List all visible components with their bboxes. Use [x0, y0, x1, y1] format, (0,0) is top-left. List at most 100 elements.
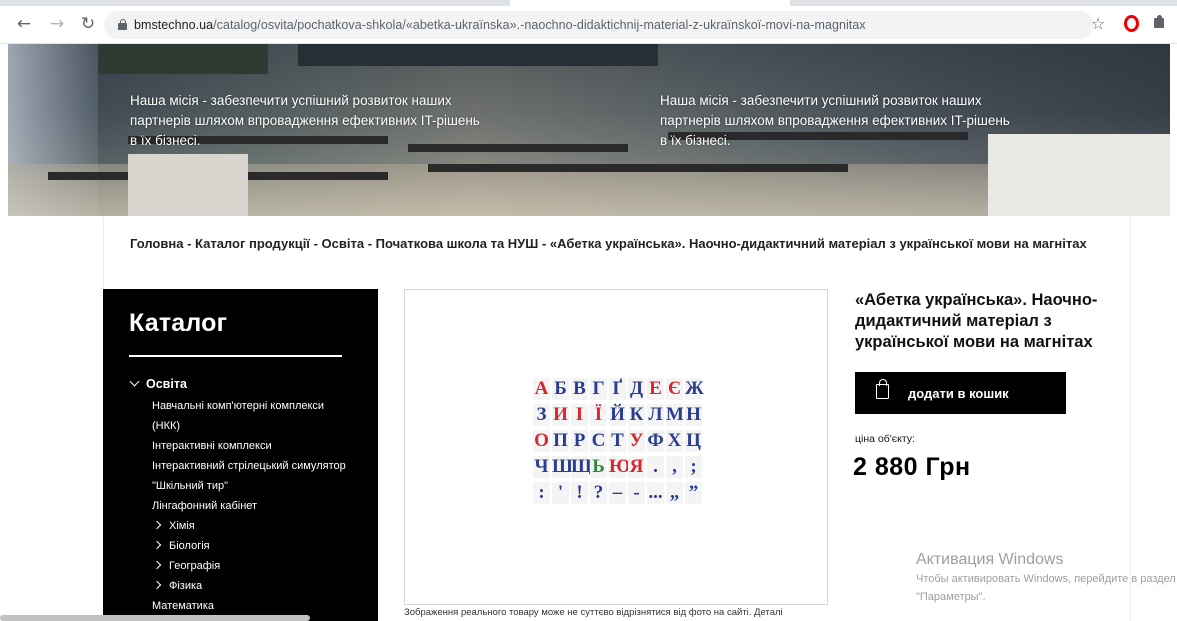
- price-label: ціна об'єкту:: [855, 433, 915, 445]
- catalog-item-label: Фізика: [169, 580, 203, 592]
- bookmark-star-icon[interactable]: ☆: [1091, 14, 1105, 33]
- catalog-item-label: Навчальні комп'ютерні комплекси (НКК): [152, 400, 325, 432]
- letter-magnet: -: [628, 482, 645, 504]
- letter-magnet: З: [533, 404, 550, 426]
- letter-magnet: Н: [685, 404, 702, 426]
- horizontal-scrollbar[interactable]: [0, 615, 310, 621]
- breadcrumb-separator: -: [364, 236, 376, 251]
- letter-magnet: В: [571, 378, 588, 400]
- breadcrumb-separator: -: [538, 236, 550, 251]
- letter-magnet: Ю: [609, 456, 631, 478]
- price-value: 2 880 Грн: [853, 453, 971, 481]
- chevron-right-icon: [152, 580, 162, 590]
- activation-title: Активация Windows: [916, 551, 1064, 568]
- letter-magnet: Й: [609, 404, 626, 426]
- letter-magnet: П: [552, 430, 569, 452]
- browser-toolbar: ← → ↻ bmstechno.ua/catalog/osvita/pochat…: [0, 0, 1177, 44]
- letter-row: АБВГҐДЕЄЖ: [533, 378, 713, 404]
- lab-cabinet: [988, 134, 1170, 216]
- letter-magnet: У: [628, 430, 645, 452]
- tab-strip: [0, 0, 1177, 6]
- breadcrumb-home[interactable]: Головна: [130, 236, 183, 251]
- catalog-item-label: Хімія: [169, 520, 195, 532]
- letter-magnet: С: [590, 430, 607, 452]
- letter-magnet: „: [666, 482, 683, 504]
- letter-magnet: ;: [685, 456, 702, 478]
- letter-magnet: Ц: [685, 430, 702, 452]
- letter-magnet: Є: [666, 378, 683, 400]
- letter-row: Ч ШЩЬ ЮЯ.,;: [533, 456, 713, 482]
- url-host: bmstechno.ua: [134, 18, 214, 32]
- letter-magnet: Ш: [552, 456, 573, 478]
- letter-magnet: Р: [571, 430, 588, 452]
- letter-row: ОПРСТУФХЦ: [533, 430, 713, 456]
- opera-icon[interactable]: [1124, 15, 1139, 32]
- back-arrow-icon[interactable]: ←: [14, 14, 34, 34]
- letter-magnet: Х: [666, 430, 683, 452]
- letter-magnet: –: [609, 482, 626, 504]
- breadcrumb: Головна - Каталог продукції - Освіта - П…: [130, 235, 1130, 253]
- add-to-cart-button[interactable]: додати в кошик: [855, 372, 1066, 414]
- letter-magnet: .: [647, 456, 664, 478]
- catalog-item[interactable]: Хімія: [152, 516, 352, 536]
- image-caption: Зображення реального товару може не сутт…: [404, 607, 783, 618]
- catalog-item-education[interactable]: Освіта: [129, 376, 187, 391]
- catalog-item[interactable]: Математика: [152, 596, 352, 616]
- active-tab[interactable]: [510, 0, 790, 6]
- reload-icon[interactable]: ↻: [78, 14, 98, 34]
- letter-magnet: ...: [647, 482, 664, 504]
- product-image[interactable]: А Б В Г Ґ Д Е Є Ж З И І Ї Й К Л М Н О П Р С Т У Ф Х Ц Ч ШЩЬ ЮЯ.,;: '!?…: [404, 289, 828, 605]
- catalog-item-label: Освіта: [146, 377, 187, 391]
- catalog-list: Навчальні комп'ютерні комплекси (НКК) Інт…: [152, 396, 352, 616]
- forward-arrow-icon[interactable]: →: [47, 14, 67, 34]
- catalog-item[interactable]: Лінгафонний кабінет: [152, 496, 352, 516]
- breadcrumb-primary-school[interactable]: Початкова школа та НУШ: [376, 236, 539, 251]
- letter-magnet: Ґ: [609, 378, 626, 400]
- letter-magnet: Д: [628, 378, 645, 400]
- address-bar[interactable]: bmstechno.ua/catalog/osvita/pochatkova-s…: [104, 11, 1094, 39]
- catalog-item[interactable]: Біологія: [152, 536, 352, 556]
- url-text: bmstechno.ua/catalog/osvita/pochatkova-s…: [134, 18, 866, 32]
- catalog-item-label: Математика: [152, 600, 214, 612]
- letter-row: ЗИІЇЙКЛМН: [533, 404, 713, 430]
- add-to-cart-label: додати в кошик: [908, 386, 1009, 401]
- lab-desk: [428, 164, 848, 172]
- letter-magnet: :: [533, 482, 550, 504]
- letter-magnet: А: [533, 378, 550, 400]
- catalog-item[interactable]: Навчальні комп'ютерні комплекси (НКК): [152, 396, 352, 436]
- letter-magnet: И: [552, 404, 569, 426]
- letter-magnet: ': [552, 482, 569, 504]
- lock-icon: [118, 19, 127, 30]
- letter-magnet: !: [571, 482, 588, 504]
- catalog-sidebar: Каталог Освіта Навчальні комп'ютерні ком…: [103, 289, 378, 621]
- extensions-puzzle-icon[interactable]: [1152, 15, 1166, 29]
- chevron-down-icon: [129, 376, 140, 387]
- catalog-item-label: Лінгафонний кабінет: [152, 500, 258, 512]
- hero-banner: Наша місія - забезпечити успішний розвит…: [8, 44, 1170, 216]
- letter-magnet: ”: [685, 482, 702, 504]
- catalog-divider: [129, 355, 342, 357]
- catalog-item[interactable]: Фізика: [152, 576, 352, 596]
- breadcrumb-catalog[interactable]: Каталог продукції: [195, 236, 310, 251]
- mission-text-left: Наша місія - забезпечити успішний розвит…: [130, 93, 480, 148]
- product-title: «Абетка українська». Наочно-дидактичний …: [855, 291, 1098, 351]
- breadcrumb-separator: -: [309, 236, 322, 251]
- catalog-item-label: Географія: [169, 560, 221, 572]
- chevron-right-icon: [152, 560, 162, 570]
- activation-text: Чтобы активировать Windows, перейдите в …: [916, 573, 1176, 603]
- letter-magnet: Ї: [590, 404, 607, 426]
- letter-magnet: ,: [666, 456, 683, 478]
- letter-magnet: Л: [647, 404, 664, 426]
- shopping-bag-icon: [876, 379, 889, 399]
- alphabet-magnets-image: А Б В Г Ґ Д Е Є Ж З И І Ї Й К Л М Н О П Р С Т У Ф Х Ц Ч ШЩЬ ЮЯ.,;: '!?…: [533, 378, 713, 508]
- catalog-item[interactable]: Інтерактивний стрілецький симулятор "Шкі…: [152, 456, 352, 496]
- mission-text-right: Наша місія - забезпечити успішний розвит…: [660, 93, 1010, 148]
- catalog-title: Каталог: [129, 309, 228, 337]
- lab-cabinet: [128, 154, 248, 216]
- letter-magnet: Щ: [571, 456, 592, 478]
- catalog-item[interactable]: Географія: [152, 556, 352, 576]
- url-path: /catalog/osvita/pochatkova-shkola/«abetk…: [213, 18, 866, 32]
- catalog-item[interactable]: Інтерактивні комплекси: [152, 436, 352, 456]
- letter-magnet: Ф: [647, 430, 664, 452]
- breadcrumb-education[interactable]: Освіта: [322, 236, 365, 251]
